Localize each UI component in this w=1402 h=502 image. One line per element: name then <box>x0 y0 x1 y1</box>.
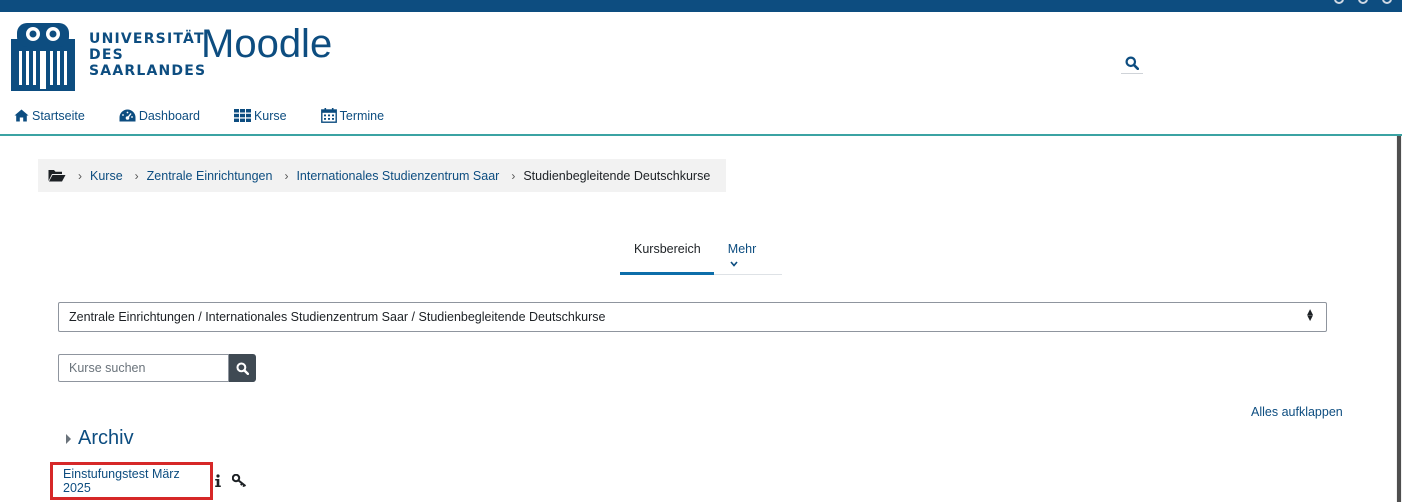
tab-mehr-label: Mehr <box>727 242 757 256</box>
breadcrumb-separator: › <box>134 168 139 183</box>
site-title[interactable]: Moodle <box>201 22 332 67</box>
search-icon <box>236 361 249 375</box>
header-search-button[interactable] <box>1121 52 1143 74</box>
chevron-down-icon <box>730 261 738 267</box>
nav-label: Kurse <box>253 108 287 123</box>
message-icon[interactable] <box>1358 0 1368 4</box>
course-search-input[interactable] <box>58 354 229 382</box>
page-scrollbar[interactable] <box>1396 136 1402 502</box>
breadcrumb-current: Studienbegleitende Deutschkurse <box>523 168 711 183</box>
caret-right-icon <box>66 433 71 444</box>
nav-label: Dashboard <box>138 108 200 123</box>
user-menu-icon[interactable] <box>1382 0 1392 4</box>
select-arrows-icon: ▲ ▼ <box>1305 307 1315 324</box>
university-name[interactable]: UNIVERSITÄT DES SAARLANDES <box>89 31 206 79</box>
nav-label: Startseite <box>32 108 85 123</box>
site-header: UNIVERSITÄT DES SAARLANDES Moodle Starts… <box>0 12 1402 136</box>
home-icon <box>14 109 29 122</box>
university-logo[interactable] <box>11 19 75 91</box>
secondary-navigation: Kursbereich Mehr <box>620 234 782 275</box>
top-bar <box>0 0 1402 12</box>
tab-kursbereich[interactable]: Kursbereich <box>620 234 714 275</box>
tab-mehr[interactable]: Mehr <box>714 234 782 275</box>
breadcrumb-separator: › <box>284 168 289 183</box>
nav-label: Termine <box>339 108 385 123</box>
nav-item-kurse[interactable]: Kurse <box>233 108 287 123</box>
notification-icon[interactable] <box>1334 0 1344 4</box>
calendar-icon <box>320 108 337 123</box>
key-icon[interactable] <box>232 474 247 487</box>
grid-icon <box>233 109 251 122</box>
top-bar-icons <box>1334 0 1392 4</box>
scrollbar-thumb[interactable] <box>1397 136 1401 502</box>
nav-item-dashboard[interactable]: Dashboard <box>119 108 200 123</box>
breadcrumb-item-kurse[interactable]: Kurse <box>90 169 123 183</box>
primary-navigation: Startseite Dashboard Kurse Termine <box>14 108 418 123</box>
course-search-button[interactable] <box>229 354 256 382</box>
breadcrumb: › Kurse › Zentrale Einrichtungen › Inter… <box>38 159 726 192</box>
expand-all-link[interactable]: Alles aufklappen <box>1251 405 1343 419</box>
course-link[interactable]: Einstufungstest März 2025 <box>50 462 213 500</box>
breadcrumb-separator: › <box>78 168 82 183</box>
folder-open-icon[interactable] <box>48 169 66 182</box>
breadcrumb-separator: › <box>511 168 516 183</box>
dashboard-icon <box>119 109 136 122</box>
breadcrumb-item-zentrale-einrichtungen[interactable]: Zentrale Einrichtungen <box>147 169 273 183</box>
category-select-value: Zentrale Einrichtungen / Internationales… <box>69 310 606 324</box>
category-archiv[interactable]: Archiv <box>66 427 134 450</box>
breadcrumb-item-studienzentrum[interactable]: Internationales Studienzentrum Saar <box>296 169 499 183</box>
nav-item-startseite[interactable]: Startseite <box>14 108 85 123</box>
search-icon <box>1125 56 1139 70</box>
category-select[interactable]: Zentrale Einrichtungen / Internationales… <box>58 302 1327 332</box>
nav-item-termine[interactable]: Termine <box>320 108 385 123</box>
info-icon[interactable] <box>214 474 222 488</box>
category-name: Archiv <box>78 427 134 449</box>
